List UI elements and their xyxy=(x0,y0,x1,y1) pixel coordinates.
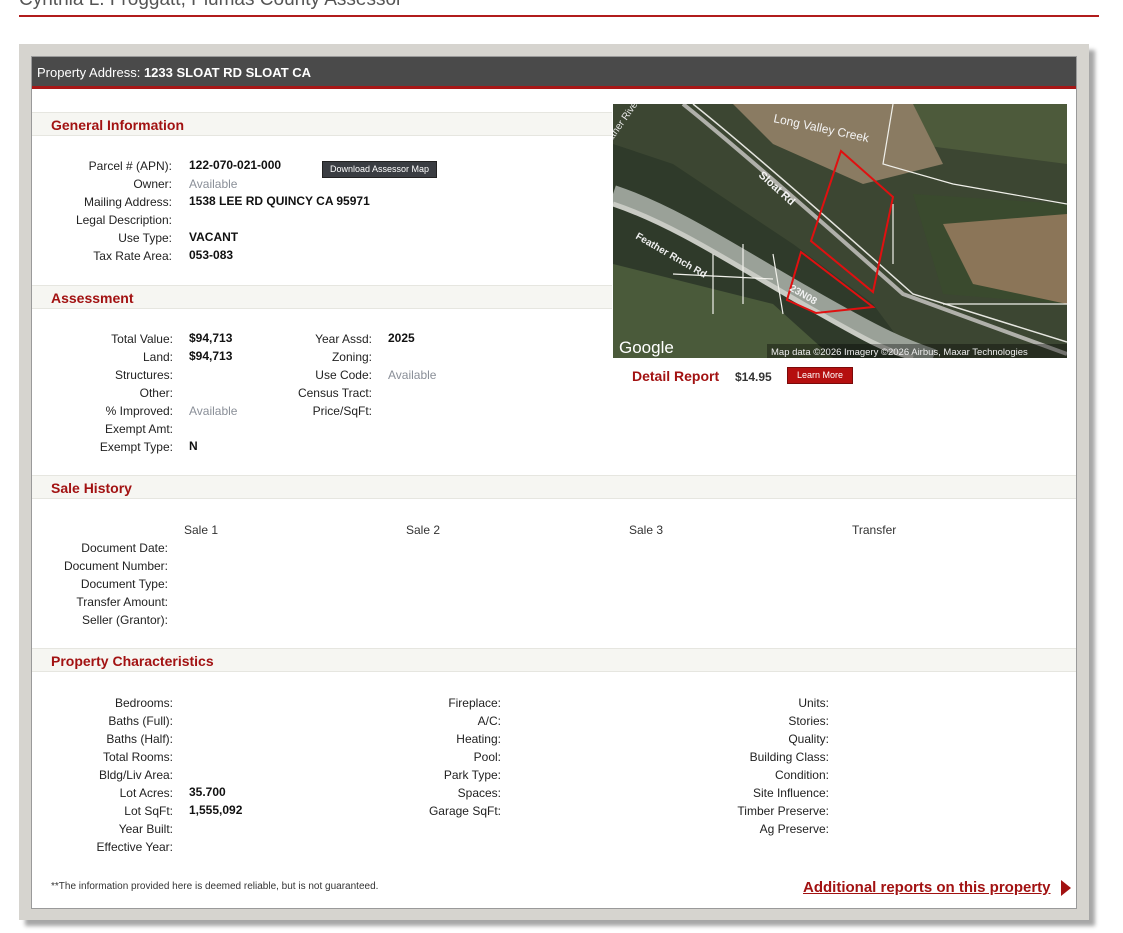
sale-1-heading: Sale 1 xyxy=(184,523,219,537)
owner-label: Owner: xyxy=(133,177,172,191)
baths-full-label: Baths (Full): xyxy=(108,714,173,728)
pool-label: Pool: xyxy=(473,750,501,764)
pct-improved-value[interactable]: Available xyxy=(189,404,237,418)
effective-year-label: Effective Year: xyxy=(96,840,174,854)
google-logo: Google xyxy=(619,338,674,357)
map-imagery: Long Valley Creek Sloat Rd Feather River… xyxy=(613,104,1067,358)
disclaimer: **The information provided here is deeme… xyxy=(51,881,379,892)
price-sqft-label: Price/SqFt: xyxy=(312,404,372,418)
document-number-label: Document Number: xyxy=(63,559,168,573)
ag-preserve-label: Ag Preserve: xyxy=(759,822,829,836)
structures-label: Structures: xyxy=(114,368,173,382)
detail-report-label: Detail Report xyxy=(632,368,720,384)
apn-label: Parcel # (APN): xyxy=(88,159,172,173)
map-attribution: Map data ©2026 Imagery ©2026 Airbus, Max… xyxy=(771,347,1028,358)
year-built-label: Year Built: xyxy=(118,822,173,836)
detail-report-price: $14.95 xyxy=(735,370,772,384)
learn-more-button[interactable]: Learn More xyxy=(787,367,854,384)
zoning-label: Zoning: xyxy=(331,350,372,364)
general-info-header: General Information xyxy=(32,112,612,136)
tax-rate-area-value: 053-083 xyxy=(189,248,234,262)
transfer-amount-label: Transfer Amount: xyxy=(76,595,168,609)
property-address-bar: Property Address: 1233 SLOAT RD SLOAT CA xyxy=(32,57,1076,89)
year-assd-value: 2025 xyxy=(388,331,415,345)
stories-label: Stories: xyxy=(788,714,829,728)
condition-label: Condition: xyxy=(774,768,829,782)
arrow-right-icon[interactable] xyxy=(1061,880,1071,896)
quality-label: Quality: xyxy=(788,732,829,746)
total-value: $94,713 xyxy=(189,331,233,345)
pct-improved-label: % Improved: xyxy=(105,404,173,418)
site-influence-label: Site Influence: xyxy=(752,786,829,800)
exempt-amt-label: Exempt Amt: xyxy=(104,422,173,436)
property-address: 1233 SLOAT RD SLOAT CA xyxy=(143,65,312,80)
use-type-label: Use Type: xyxy=(118,231,172,245)
census-tract-label: Census Tract: xyxy=(297,386,372,400)
lot-acres-value: 35.700 xyxy=(189,785,226,799)
lot-sqft-value: 1,555,092 xyxy=(189,803,243,817)
exempt-type-label: Exempt Type: xyxy=(99,440,173,454)
baths-half-label: Baths (Half): xyxy=(106,732,173,746)
report-frame: Property Address: 1233 SLOAT RD SLOAT CA… xyxy=(19,44,1089,920)
bedrooms-label: Bedrooms: xyxy=(114,696,173,710)
land-value: $94,713 xyxy=(189,349,233,363)
satellite-map[interactable]: Long Valley Creek Sloat Rd Feather River… xyxy=(613,104,1067,358)
sale-2-heading: Sale 2 xyxy=(406,523,441,537)
land-label: Land: xyxy=(142,350,173,364)
total-value-label: Total Value: xyxy=(111,332,173,346)
ac-label: A/C: xyxy=(477,714,501,728)
other-label: Other: xyxy=(139,386,173,400)
mailing-address-label: Mailing Address: xyxy=(83,195,172,209)
units-label: Units: xyxy=(798,696,829,710)
lot-sqft-label: Lot SqFt: xyxy=(124,804,173,818)
park-type-label: Park Type: xyxy=(443,768,501,782)
document-date-label: Document Date: xyxy=(81,541,168,555)
use-code-value[interactable]: Available xyxy=(388,368,436,382)
apn-value: 122-070-021-000 xyxy=(189,158,282,172)
page-header: Cynthia L. Froggatt, Plumas County Asses… xyxy=(19,0,1099,17)
lot-acres-label: Lot Acres: xyxy=(119,786,173,800)
spaces-label: Spaces: xyxy=(457,786,501,800)
seller-grantor-label: Seller (Grantor): xyxy=(81,613,168,627)
total-rooms-label: Total Rooms: xyxy=(102,750,173,764)
sale-history-header: Sale History xyxy=(32,475,1076,499)
assessor-title: Cynthia L. Froggatt, Plumas County Asses… xyxy=(19,0,402,10)
use-type-value: VACANT xyxy=(189,230,239,244)
document-type-label: Document Type: xyxy=(80,577,168,591)
download-assessor-map-button[interactable]: Download Assessor Map xyxy=(322,161,438,178)
owner-value[interactable]: Available xyxy=(189,177,237,191)
heating-label: Heating: xyxy=(456,732,501,746)
timber-preserve-label: Timber Preserve: xyxy=(737,804,829,818)
exempt-type-value: N xyxy=(189,439,198,453)
property-card: Property Address: 1233 SLOAT RD SLOAT CA… xyxy=(31,56,1077,909)
year-assd-label: Year Assd: xyxy=(315,332,372,346)
property-characteristics-header: Property Characteristics xyxy=(32,648,1076,672)
bldg-liv-area-label: Bldg/Liv Area: xyxy=(98,768,173,782)
transfer-heading: Transfer xyxy=(852,523,897,537)
building-class-label: Building Class: xyxy=(749,750,829,764)
tax-rate-area-label: Tax Rate Area: xyxy=(93,249,172,263)
garage-sqft-label: Garage SqFt: xyxy=(428,804,501,818)
fireplace-label: Fireplace: xyxy=(448,696,501,710)
legal-description-label: Legal Description: xyxy=(75,213,172,227)
address-label: Property Address: xyxy=(37,65,141,80)
use-code-label: Use Code: xyxy=(315,368,372,382)
mailing-address-value: 1538 LEE RD QUINCY CA 95971 xyxy=(189,194,370,208)
sale-3-heading: Sale 3 xyxy=(629,523,664,537)
assessment-header: Assessment xyxy=(32,285,612,309)
additional-reports-link[interactable]: Additional reports on this property xyxy=(803,879,1051,896)
